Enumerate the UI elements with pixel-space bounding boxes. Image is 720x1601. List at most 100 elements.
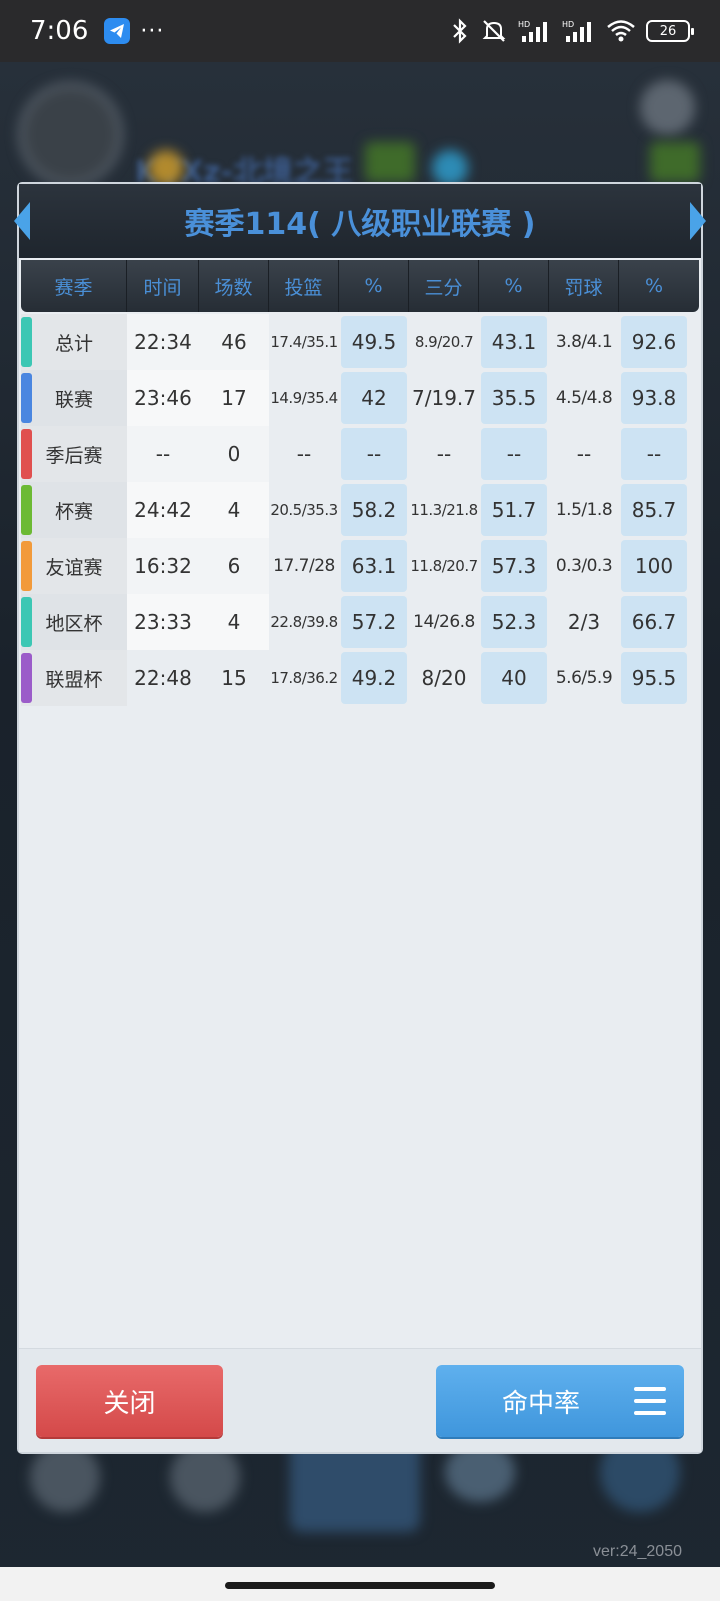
coin-blur	[148, 150, 184, 186]
hit-rate-button[interactable]: 命中率	[436, 1365, 684, 1437]
row-fg-pct-value: 58.2	[341, 484, 407, 536]
row-label: 地区杯	[21, 594, 127, 650]
row-ft-pct-value: --	[621, 428, 687, 480]
badge-blur	[365, 142, 415, 182]
row-fg-pct: 58.2	[339, 482, 409, 538]
row-color-stripe	[21, 429, 32, 479]
row-label: 季后赛	[21, 426, 127, 482]
row-time: 22:48	[134, 666, 192, 690]
row-ft-pct-value: 93.8	[621, 372, 687, 424]
col-ft-pct[interactable]: %	[619, 260, 689, 312]
bluetooth-icon	[453, 18, 467, 44]
row-three-pct-value: 51.7	[481, 484, 547, 536]
row-fg-pct: 63.1	[339, 538, 409, 594]
row-fg: 17.8/36.2	[270, 669, 338, 687]
row-three-pct-value: --	[481, 428, 547, 480]
row-ft: 4.5/4.8	[555, 388, 613, 408]
row-fg-pct: --	[339, 426, 409, 482]
row-label: 杯赛	[21, 482, 127, 538]
row-games: 15	[221, 666, 247, 690]
col-season[interactable]: 赛季	[21, 260, 127, 312]
row-ft-pct: 85.7	[619, 482, 689, 538]
row-ft-pct-value: 95.5	[621, 652, 687, 704]
row-ft: 2/3	[567, 610, 601, 634]
status-bar: 7:06 ··· HD HD 26	[0, 0, 720, 62]
nav-star-blur	[30, 1442, 100, 1512]
row-three-pct-value: 57.3	[481, 540, 547, 592]
close-button[interactable]: 关闭	[36, 1365, 223, 1437]
row-three-pct: 57.3	[479, 538, 549, 594]
col-time[interactable]: 时间	[127, 260, 199, 312]
row-games: 17	[199, 370, 269, 426]
arrow-right-icon[interactable]	[690, 202, 706, 240]
table-row[interactable]: 联盟杯 22:48 15 17.8/36.2 49.2 8/20 40 5.6/…	[21, 650, 699, 706]
row-time: --	[127, 426, 199, 482]
table-row[interactable]: 地区杯 23:33 4 22.8/39.8 57.2 14/26.8 52.3 …	[21, 594, 699, 650]
avatar-blur	[18, 82, 123, 187]
row-fg: 20.5/35.3	[270, 501, 338, 519]
row-ft: 1.5/1.8	[555, 500, 613, 520]
row-label: 友谊赛	[21, 538, 127, 594]
battery-icon: 26	[646, 20, 694, 42]
menu-icon	[634, 1387, 666, 1415]
svg-text:HD: HD	[518, 20, 530, 29]
row-fg-pct: 57.2	[339, 594, 409, 650]
row-ft-pct-value: 92.6	[621, 316, 687, 368]
col-fg[interactable]: 投篮	[269, 260, 339, 312]
row-fg-pct-value: 57.2	[341, 596, 407, 648]
row-ft-pct: 92.6	[619, 314, 689, 370]
col-three-pct[interactable]: %	[479, 260, 549, 312]
row-ft-pct-value: 85.7	[621, 484, 687, 536]
row-three-pct: 43.1	[479, 314, 549, 370]
row-three-pct: 52.3	[479, 594, 549, 650]
row-label: 联赛	[21, 370, 127, 426]
table-row[interactable]: 总计 22:34 46 17.4/35.1 49.5 8.9/20.7 43.1…	[21, 314, 699, 370]
row-three: 11.3/21.8	[410, 501, 478, 519]
row-fg: --	[296, 442, 312, 466]
signal-hd-icon-1: HD	[518, 20, 547, 42]
row-ft: 0.3/0.3	[555, 556, 613, 576]
row-ft-pct-value: 100	[621, 540, 687, 592]
row-games: 0	[199, 426, 269, 482]
row-time: 16:32	[127, 538, 199, 594]
row-ft-pct-value: 66.7	[621, 596, 687, 648]
signal-hd-icon-2: HD	[562, 20, 591, 42]
table-row[interactable]: 联赛 23:46 17 14.9/35.4 42 7/19.7 35.5 4.5…	[21, 370, 699, 426]
home-gesture-bar[interactable]	[225, 1582, 495, 1589]
nav-yen-blur	[170, 1442, 240, 1512]
dialog-footer: 关闭 命中率	[19, 1348, 701, 1452]
row-time: 23:33	[127, 594, 199, 650]
telegram-icon	[104, 18, 131, 44]
svg-text:HD: HD	[562, 20, 574, 29]
row-time: 24:42	[127, 482, 199, 538]
col-ft[interactable]: 罚球	[549, 260, 619, 312]
row-three: 14/26.8	[413, 612, 475, 632]
season-stats-dialog: 赛季114( 八级职业联赛 ) 赛季 时间 场数 投篮 % 三分 % 罚球 % …	[14, 184, 706, 1452]
row-fg-pct: 49.2	[339, 650, 409, 706]
row-fg: 22.8/39.8	[270, 613, 338, 631]
stats-table-body: 总计 22:34 46 17.4/35.1 49.5 8.9/20.7 43.1…	[21, 314, 699, 706]
row-three-pct-value: 43.1	[481, 316, 547, 368]
more-notifications-icon: ···	[140, 18, 165, 44]
row-games: 6	[199, 538, 269, 594]
col-games[interactable]: 场数	[199, 260, 269, 312]
col-fg-pct[interactable]: %	[339, 260, 409, 312]
row-three: --	[436, 442, 452, 466]
row-color-stripe	[21, 541, 32, 591]
row-ft-pct: 100	[619, 538, 689, 594]
wifi-icon	[607, 20, 635, 42]
row-three-pct: 51.7	[479, 482, 549, 538]
badge-blur-2	[650, 142, 700, 182]
col-three[interactable]: 三分	[409, 260, 479, 312]
row-games: 4	[199, 482, 269, 538]
row-three-pct-value: 35.5	[481, 372, 547, 424]
row-ft: 3.8/4.1	[555, 332, 613, 352]
arrow-left-icon[interactable]	[14, 202, 30, 240]
table-row[interactable]: 友谊赛 16:32 6 17.7/28 63.1 11.8/20.7 57.3 …	[21, 538, 699, 594]
table-row[interactable]: 季后赛 -- 0 -- -- -- -- -- --	[21, 426, 699, 482]
row-three: 8/20	[421, 666, 467, 690]
table-row[interactable]: 杯赛 24:42 4 20.5/35.3 58.2 11.3/21.8 51.7…	[21, 482, 699, 538]
row-games: 4	[199, 594, 269, 650]
row-three-pct: 35.5	[479, 370, 549, 426]
gem-blur	[432, 150, 468, 186]
